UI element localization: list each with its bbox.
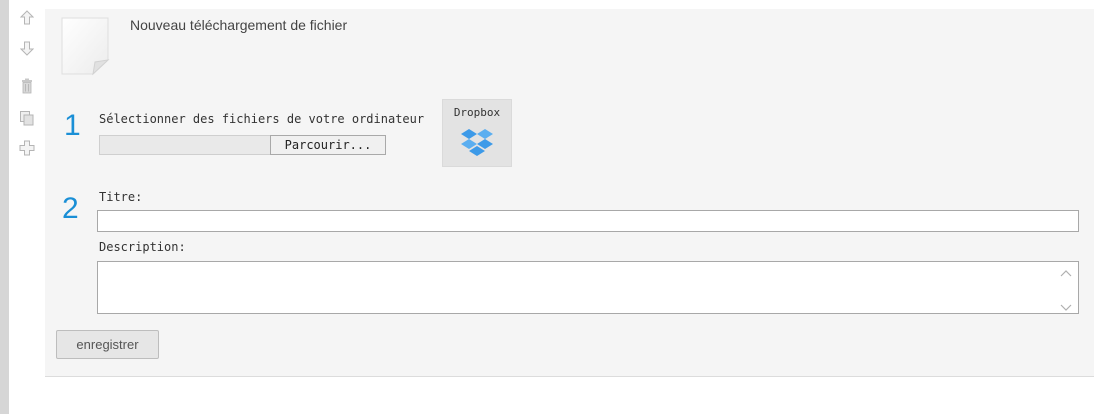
save-button[interactable]: enregistrer — [56, 330, 159, 359]
block-toolbar — [9, 0, 45, 414]
title-label: Titre: — [99, 190, 143, 204]
title-input[interactable] — [97, 210, 1079, 232]
file-path-field[interactable] — [99, 135, 271, 155]
trash-icon[interactable] — [17, 76, 37, 96]
step-1-number: 1 — [64, 109, 81, 142]
description-textarea[interactable] — [97, 261, 1079, 314]
upload-panel — [45, 9, 1094, 377]
description-label: Description: — [99, 240, 186, 254]
scroll-up-icon[interactable] — [1060, 265, 1072, 277]
page: Nouveau téléchargement de fichier 1 Séle… — [0, 0, 1094, 414]
document-icon — [60, 16, 110, 76]
arrow-up-icon[interactable] — [17, 8, 37, 28]
copy-icon[interactable] — [17, 108, 37, 128]
page-title: Nouveau téléchargement de fichier — [130, 17, 348, 33]
step-2-number: 2 — [62, 192, 79, 225]
arrow-down-icon[interactable] — [17, 38, 37, 58]
dropbox-label: Dropbox — [453, 106, 501, 119]
plus-icon[interactable] — [17, 138, 37, 158]
scroll-down-icon[interactable] — [1060, 298, 1072, 311]
left-rail — [0, 0, 9, 414]
browse-button[interactable]: Parcourir... — [270, 135, 386, 155]
dropbox-button[interactable]: Dropbox — [442, 99, 512, 167]
dropbox-icon — [460, 127, 494, 159]
select-files-label: Sélectionner des fichiers de votre ordin… — [99, 112, 425, 126]
